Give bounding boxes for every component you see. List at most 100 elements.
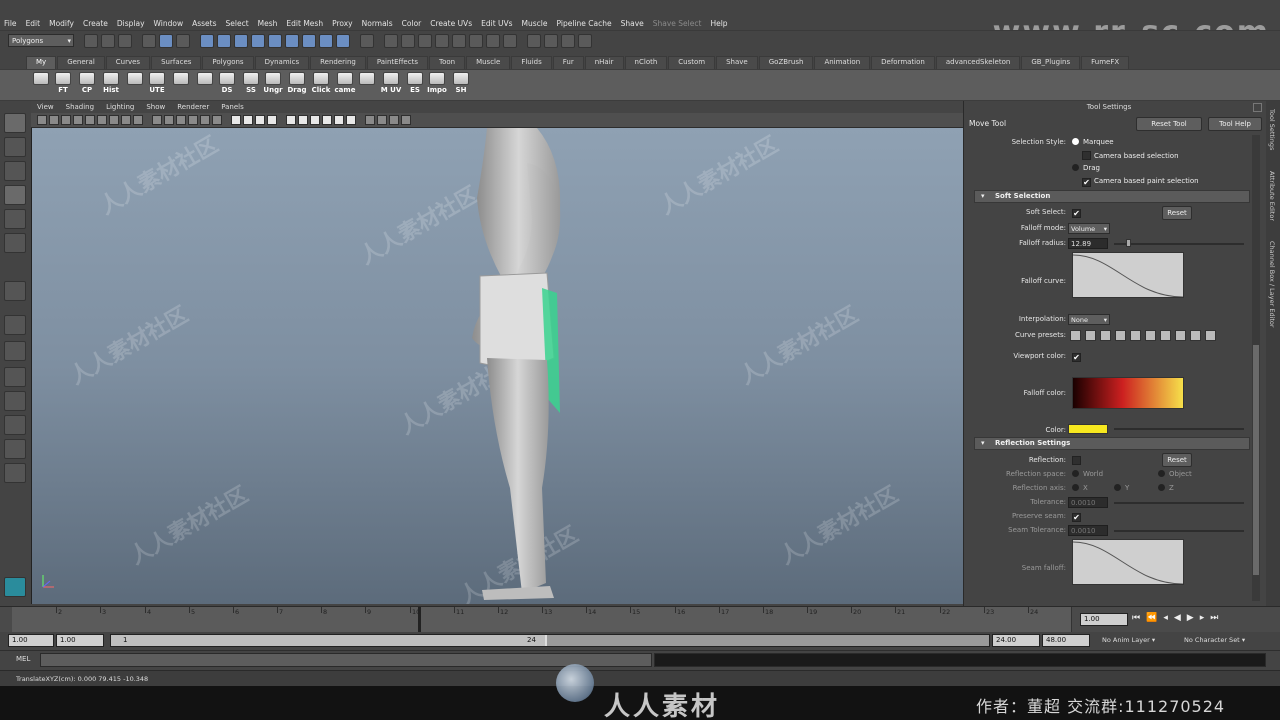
shelf-tab-muscle[interactable]: Muscle <box>466 56 511 69</box>
menu-edit-uvs[interactable]: Edit UVs <box>481 19 512 28</box>
isolate-select-icon[interactable] <box>200 115 210 125</box>
select-surface-icon[interactable] <box>435 34 449 48</box>
shelf-button[interactable]: Drag <box>286 72 308 98</box>
panel-menu-lighting[interactable]: Lighting <box>106 101 134 113</box>
seam-tolerance-field[interactable]: 0.0010 <box>1068 525 1108 536</box>
render-current-icon[interactable] <box>544 34 558 48</box>
curve-preset-button[interactable] <box>1130 330 1141 341</box>
shelf-button[interactable]: M UV <box>380 72 402 98</box>
reflection-axis-x-radio[interactable] <box>1072 484 1079 491</box>
render-settings-icon[interactable] <box>578 34 592 48</box>
xray-joints-icon[interactable] <box>377 115 387 125</box>
step-back-frame-icon[interactable]: ◂ <box>1163 613 1168 623</box>
menu-mesh[interactable]: Mesh <box>258 19 278 28</box>
two-d-pan-icon[interactable] <box>85 115 95 125</box>
reflection-axis-y-radio[interactable] <box>1114 484 1121 491</box>
shelf-button[interactable] <box>194 72 216 98</box>
screen-space-ao-icon[interactable] <box>310 115 320 125</box>
timeline-track[interactable]: 2 3 4 5 6 7 8 9 10 11 12 13 14 15 16 17 18 19 20 21 22 23 24 <box>12 607 1072 633</box>
camera-gate-icon[interactable] <box>401 115 411 125</box>
range-slider[interactable]: 1 24 <box>110 634 990 647</box>
wireframe-icon[interactable] <box>231 115 241 125</box>
panel-menu-renderer[interactable]: Renderer <box>177 101 209 113</box>
select-object-icon[interactable] <box>159 34 173 48</box>
color-slider[interactable] <box>1114 428 1244 430</box>
shelf-button[interactable]: DS <box>216 72 238 98</box>
persp-graph-layout-icon[interactable] <box>4 391 26 411</box>
render-icon[interactable] <box>302 34 316 48</box>
outliner-layout-icon[interactable] <box>4 367 26 387</box>
shelf-tab-shave[interactable]: Shave <box>716 56 758 69</box>
shelf-tab-gozbrush[interactable]: GoZBrush <box>758 56 814 69</box>
snap-curve-icon[interactable] <box>217 34 231 48</box>
command-input[interactable] <box>40 653 652 667</box>
menu-display[interactable]: Display <box>117 19 145 28</box>
soft-select-reset-button[interactable]: Reset <box>1162 206 1192 220</box>
shelf-button[interactable]: came <box>334 72 356 98</box>
menu-muscle[interactable]: Muscle <box>522 19 548 28</box>
character-model[interactable] <box>32 128 963 604</box>
rotate-tool-icon[interactable] <box>4 209 26 229</box>
snap-live-icon[interactable] <box>268 34 282 48</box>
new-scene-icon[interactable] <box>84 34 98 48</box>
xray-icon[interactable] <box>212 115 222 125</box>
falloff-curve-graph[interactable] <box>1072 252 1184 298</box>
shelf-tab-gb-plugins[interactable]: GB_Plugins <box>1021 56 1081 69</box>
close-icon[interactable] <box>1253 103 1262 112</box>
shelf-tab-animation[interactable]: Animation <box>814 56 871 69</box>
reflection-checkbox[interactable] <box>1072 456 1081 465</box>
shelf-button[interactable]: Click <box>310 72 332 98</box>
shelf-tab-polygons[interactable]: Polygons <box>202 56 254 69</box>
menu-shave-select[interactable]: Shave Select <box>653 19 702 28</box>
shelf-tab-nhair[interactable]: nHair <box>584 56 624 69</box>
camera-attributes-icon[interactable] <box>49 115 59 125</box>
menu-assets[interactable]: Assets <box>192 19 216 28</box>
curve-preset-button[interactable] <box>1160 330 1171 341</box>
tool-settings-scrollbar[interactable] <box>1252 135 1260 601</box>
menu-shave[interactable]: Shave <box>621 19 644 28</box>
construction-history-icon[interactable] <box>527 34 541 48</box>
shelf-tab-dynamics[interactable]: Dynamics <box>254 56 310 69</box>
shelf-tab-painteffects[interactable]: PaintEffects <box>366 56 428 69</box>
select-dynamics-icon[interactable] <box>469 34 483 48</box>
panel-menu-shading[interactable]: Shading <box>66 101 94 113</box>
shelf-button[interactable] <box>30 72 52 98</box>
shadows-icon[interactable] <box>298 115 308 125</box>
select-curve-icon[interactable] <box>418 34 432 48</box>
safe-title-icon[interactable] <box>188 115 198 125</box>
select-render-icon[interactable] <box>486 34 500 48</box>
falloff-mode-dropdown[interactable]: Volume <box>1068 223 1110 234</box>
select-deformer-icon[interactable] <box>452 34 466 48</box>
play-backwards-icon[interactable]: ◀ <box>1174 613 1181 623</box>
smooth-shade-icon[interactable] <box>243 115 253 125</box>
menu-set-select[interactable]: Polygons <box>8 34 74 47</box>
ipr-icon[interactable] <box>319 34 333 48</box>
command-language-label[interactable]: MEL <box>16 655 30 663</box>
field-chart-icon[interactable] <box>164 115 174 125</box>
tab-channel-box[interactable]: Channel Box / Layer Editor <box>1268 241 1276 328</box>
shelf-tab-custom[interactable]: Custom <box>668 56 716 69</box>
shelf-button[interactable]: Impo <box>426 72 448 98</box>
motion-blur-icon[interactable] <box>322 115 332 125</box>
curve-preset-button[interactable] <box>1100 330 1111 341</box>
select-camera-icon[interactable] <box>37 115 47 125</box>
menu-create[interactable]: Create <box>83 19 108 28</box>
camera-based-paint-selection-checkbox[interactable]: ✔ <box>1082 178 1091 187</box>
seam-tolerance-slider[interactable] <box>1114 530 1244 532</box>
menu-help[interactable]: Help <box>710 19 727 28</box>
scale-tool-icon[interactable] <box>4 233 26 253</box>
shelf-tab-fumefx[interactable]: FumeFX <box>1081 56 1130 69</box>
menu-window[interactable]: Window <box>154 19 184 28</box>
shelf-button[interactable] <box>170 72 192 98</box>
shelf-button[interactable]: ES <box>404 72 426 98</box>
menu-edit-mesh[interactable]: Edit Mesh <box>286 19 323 28</box>
menu-select[interactable]: Select <box>226 19 249 28</box>
perspective-viewport[interactable]: 人人素材社区 人人素材社区 人人素材社区 人人素材社区 人人素材社区 人人素材社… <box>31 128 963 604</box>
viewport-color-checkbox[interactable]: ✔ <box>1072 353 1081 362</box>
hypershade-layout-icon[interactable] <box>4 415 26 435</box>
tolerance-slider[interactable] <box>1114 502 1244 504</box>
color-swatch[interactable] <box>1068 424 1108 434</box>
step-forward-frame-icon[interactable]: ▸ <box>1200 613 1205 623</box>
persp-outliner-layout-icon[interactable] <box>4 439 26 459</box>
textured-icon[interactable] <box>267 115 277 125</box>
